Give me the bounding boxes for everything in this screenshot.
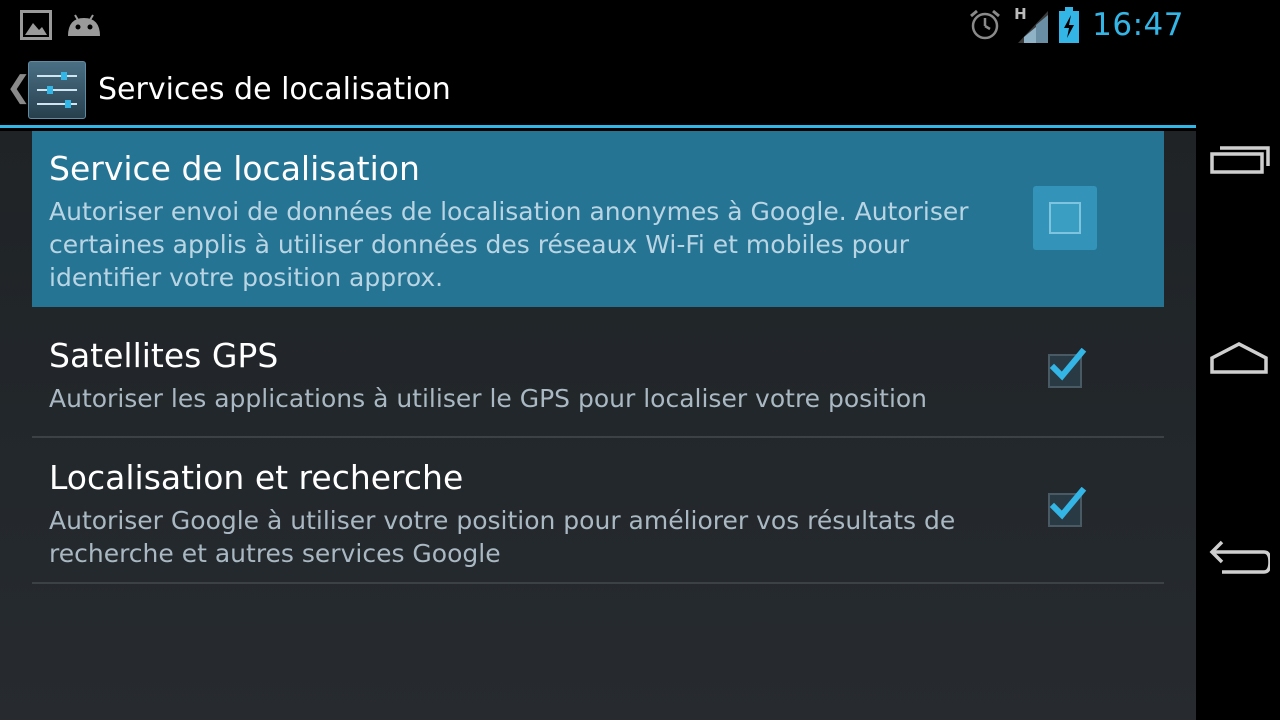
- status-bar: H 16:47: [0, 0, 1196, 50]
- alarm-icon: [970, 9, 1001, 40]
- gps-checkbox[interactable]: [1048, 348, 1087, 388]
- pref-location-search[interactable]: Localisation et recherche Autoriser Goog…: [32, 438, 1164, 582]
- action-bar: ❮ Services de localisation: [0, 50, 1196, 128]
- pref-summary: Autoriser les applications à utiliser le…: [49, 384, 928, 413]
- pref-summary: Autoriser envoi de données de localisati…: [49, 197, 969, 292]
- home-icon[interactable]: [1208, 336, 1270, 380]
- page-title: Services de localisation: [98, 72, 451, 107]
- gallery-icon: [20, 10, 52, 40]
- status-icons: H 16:47: [968, 0, 1184, 50]
- back-icon[interactable]: [1208, 536, 1270, 580]
- navigation-bar: [1196, 0, 1280, 720]
- checkmark-icon: [1049, 348, 1087, 381]
- pref-title: Service de localisation: [49, 149, 420, 188]
- pref-title: Satellites GPS: [49, 336, 279, 375]
- location-service-checkbox[interactable]: [1033, 186, 1097, 250]
- android-icon: [68, 14, 100, 36]
- pref-gps-satellites[interactable]: Satellites GPS Autoriser les application…: [32, 309, 1164, 436]
- pref-title: Localisation et recherche: [49, 458, 464, 497]
- battery-charging-icon: [1059, 7, 1080, 43]
- settings-icon[interactable]: [28, 61, 86, 119]
- pref-location-service[interactable]: Service de localisation Autoriser envoi …: [32, 131, 1164, 307]
- pref-summary: Autoriser Google à utiliser votre positi…: [49, 506, 956, 568]
- recent-apps-icon[interactable]: [1208, 140, 1270, 184]
- preferences-list: Service de localisation Autoriser envoi …: [0, 131, 1196, 720]
- status-clock: 16:47: [1092, 7, 1184, 43]
- location-search-checkbox[interactable]: [1048, 487, 1087, 527]
- divider: [32, 582, 1164, 584]
- checkmark-icon: [1049, 487, 1087, 520]
- signal-icon: H: [1014, 5, 1049, 45]
